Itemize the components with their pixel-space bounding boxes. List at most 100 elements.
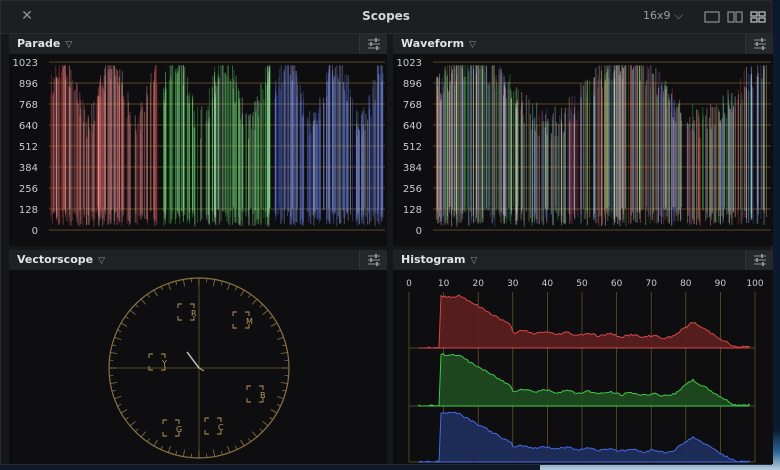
vectorscope-target-label: Y [161,359,167,368]
tick-label: 1023 [397,58,422,69]
dual-layout-icon[interactable] [727,11,743,23]
vectorscope-target-box [161,353,166,358]
vectorscope-tick [117,403,122,407]
chevron-down-icon: ⌵ [674,9,683,22]
vectorscope-tick [110,351,118,354]
vectorscope-tick [276,403,281,407]
histogram-tick-label: 10 [438,279,450,289]
histogram-settings-button[interactable] [745,250,773,270]
histogram-curve [419,294,750,349]
vectorscope-target-box [259,385,264,390]
vectorscope-tick [252,431,258,438]
histogram-tick-label: 100 [746,279,763,289]
tick-label: 896 [19,79,38,90]
tick-label: 640 [19,121,38,132]
vectorscope-target-box [177,316,182,321]
vectorscope-target-label: G [176,425,182,434]
scopes-window: ✕ Scopes 16x9 ⌵ Parade ▽ 1023 896 768 640 512 3… [0,0,773,465]
vectorscope-tick [281,389,287,392]
histogram-tick-label: 90 [715,279,727,289]
waveform-graph: 1023 896 768 640 512 384 256 128 0 [397,58,771,237]
vectorscope-dropdown[interactable]: Vectorscope ▽ [17,253,105,266]
tick-label: 768 [403,100,422,111]
vectorscope-tick [129,309,136,315]
vectorscope-tick [114,396,122,400]
vectorscope-tick [147,294,151,298]
vectorscope-tick [227,445,231,453]
settings-sliders-icon [368,38,380,50]
vectorscope-tick [147,438,151,442]
vectorscope-target-box [190,303,195,308]
histogram-graph: 0 10 20 30 40 50 60 70 80 90 100 [406,279,764,463]
vectorscope-target-box [148,353,153,358]
vectorscope-target-box [232,324,237,329]
vectorscope-tick [135,428,139,432]
vectorscope-target-box [177,303,182,308]
histogram-header: Histogram ▽ [393,250,773,270]
vectorscope-title: Vectorscope [17,253,94,266]
chevron-down-icon: ▽ [98,256,106,266]
vectorscope-tick [259,304,263,308]
vectorscope-tick [280,382,288,385]
vectorscope-header: Vectorscope ▽ [9,250,387,270]
vectorscope-tick [276,396,284,400]
vectorscope-tick [247,294,251,298]
vectorscope-tick [120,322,128,327]
vectorscope-graph: R M B C G Y [108,277,290,459]
vectorscope-tick [140,298,146,305]
vectorscope-tick [160,286,164,291]
histogram-curve [418,353,750,407]
histogram-tick-label: 20 [472,279,484,289]
vectorscope-tick [262,309,269,315]
histogram-tick-label: 0 [406,279,412,289]
vectorscope-tick [247,438,251,442]
tick-label: 384 [403,163,422,174]
vectorscope-tick [281,344,287,347]
vectorscope-tick [182,449,185,457]
vectorscope-tick [160,445,164,450]
single-layout-icon[interactable] [704,11,720,23]
settings-sliders-icon [754,38,766,50]
vectorscope-tick [175,280,178,286]
tick-label: 256 [19,184,38,195]
vectorscope-tick [240,439,245,447]
vectorscope-tick [111,344,117,347]
vectorscope-trace [198,367,205,372]
histogram-curve [418,411,750,463]
vectorscope-target-label: R [191,309,197,318]
vectorscope-tick [227,283,231,291]
waveform-title: Waveform [401,37,465,50]
vectorscope-tick [125,316,129,320]
chevron-down-icon: ▽ [470,256,478,266]
aspect-ratio-label: 16x9 [643,9,671,22]
settings-sliders-icon [754,254,766,266]
vectorscope-settings-button[interactable] [359,250,387,270]
quad-layout-icon[interactable] [750,11,766,23]
vectorscope-tick [117,329,122,333]
chevron-down-icon: ▽ [469,40,476,50]
vectorscope-tick [276,336,284,340]
aspect-ratio-dropdown[interactable]: 16x9 ⌵ [643,9,683,23]
parade-settings-button[interactable] [359,34,387,54]
vectorscope-target-label: M [246,317,253,326]
vectorscope-tick [234,286,238,291]
vectorscope-tick [280,351,288,354]
vectorscope-tick [110,382,118,385]
tick-label: 0 [32,226,38,237]
vectorscope-tick [213,279,216,287]
vectorscope-target-box [204,430,209,435]
waveform-settings-button[interactable] [745,34,773,54]
vectorscope-tick [269,416,273,420]
histogram-title: Histogram [401,253,466,266]
vectorscope-tick [182,279,185,287]
vectorscope-trace [186,351,200,369]
vectorscope-tick [220,450,223,456]
parade-dropdown[interactable]: Parade ▽ [17,37,72,50]
histogram-dropdown[interactable]: Histogram ▽ [401,253,477,266]
vectorscope-tick [252,298,258,305]
vectorscope-tick [276,329,281,333]
settings-sliders-icon [368,254,380,266]
tick-label: 512 [19,142,38,153]
waveform-dropdown[interactable]: Waveform ▽ [401,37,476,50]
vectorscope-tick [234,445,238,450]
